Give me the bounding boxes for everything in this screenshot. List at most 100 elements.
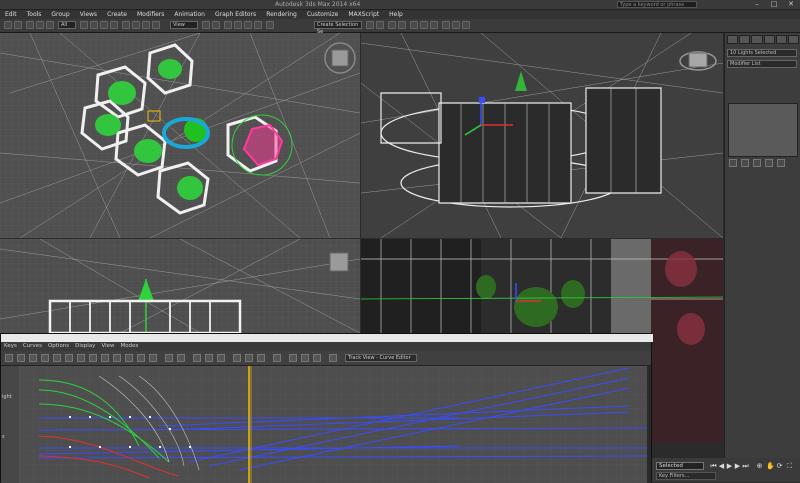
menu-views[interactable]: Views (75, 10, 102, 19)
menu-create[interactable]: Create (102, 10, 132, 19)
tab-motion[interactable] (763, 35, 775, 44)
minimize-button[interactable]: – (750, 0, 764, 8)
remove-modifier-icon[interactable] (765, 159, 773, 167)
curve-x-icon[interactable] (289, 354, 297, 362)
prev-frame-icon[interactable]: ◀ (718, 462, 725, 470)
menu-maxscript[interactable]: MAXScript (343, 10, 384, 19)
controller-tree[interactable]: ight s (1, 366, 20, 483)
parameter-curve-oor-icon[interactable] (217, 354, 225, 362)
show-tangents-icon[interactable] (257, 354, 265, 362)
tv-menu-keys[interactable]: Keys (1, 342, 20, 351)
menu-graph-editors[interactable]: Graph Editors (210, 10, 261, 19)
modifier-stack[interactable] (728, 103, 798, 157)
draw-curves-icon[interactable] (77, 354, 85, 362)
menu-animation[interactable]: Animation (169, 10, 210, 19)
tv-menu-display[interactable]: Display (72, 342, 98, 351)
pivot-icon[interactable] (202, 21, 210, 29)
menu-help[interactable]: Help (384, 10, 408, 19)
material-editor-icon[interactable] (430, 21, 438, 29)
scale-values-icon[interactable] (53, 354, 61, 362)
close-button[interactable]: ✕ (784, 0, 798, 8)
curve-y-icon[interactable] (301, 354, 309, 362)
menu-group[interactable]: Group (46, 10, 74, 19)
track-view-titlebar[interactable] (1, 334, 653, 342)
window-crossing-icon[interactable] (110, 21, 118, 29)
move-keys-icon[interactable] (17, 354, 25, 362)
curve-editor-icon[interactable] (410, 21, 418, 29)
viewport-perspective[interactable] (361, 33, 723, 238)
track-view-name-field[interactable]: Track View - Curve Editor (345, 354, 417, 362)
zoom-icon[interactable]: ⊕ (756, 462, 763, 470)
tv-menu-view[interactable]: View (98, 342, 117, 351)
goto-start-icon[interactable]: ⏮ (710, 462, 717, 470)
tab-modify[interactable] (739, 35, 751, 44)
tv-menu-options[interactable]: Options (45, 342, 72, 351)
unlink-icon[interactable] (36, 21, 44, 29)
play-icon[interactable]: ▶ (726, 462, 733, 470)
maximize-button[interactable]: □ (767, 0, 781, 8)
lock-tangents-icon[interactable] (273, 354, 281, 362)
show-keyable-icon[interactable] (233, 354, 241, 362)
next-frame-icon[interactable]: ▶ (734, 462, 741, 470)
curve-z-icon[interactable] (313, 354, 321, 362)
show-all-tangents-icon[interactable] (245, 354, 253, 362)
snap-frames-icon[interactable] (205, 354, 213, 362)
key-tangent-fast-icon[interactable] (125, 354, 133, 362)
mirror-icon[interactable] (366, 21, 374, 29)
filters-icon[interactable] (5, 354, 13, 362)
pan-icon[interactable]: ✋ (766, 462, 775, 470)
curve-graph-scrollbar[interactable] (647, 366, 651, 483)
tree-item-s[interactable]: s (2, 434, 5, 440)
menu-rendering[interactable]: Rendering (261, 10, 302, 19)
key-tangent-step-icon[interactable] (149, 354, 157, 362)
select-manipulate-icon[interactable] (212, 21, 220, 29)
modifier-list-dropdown[interactable]: Modifier List (727, 60, 797, 68)
configure-sets-icon[interactable] (777, 159, 785, 167)
curve-graph[interactable] (19, 366, 649, 483)
tab-display[interactable] (775, 35, 787, 44)
search-input[interactable]: Type a keyword or phrase (617, 1, 697, 8)
bind-icon[interactable] (46, 21, 54, 29)
slide-keys-icon[interactable] (29, 354, 37, 362)
scale-icon[interactable] (142, 21, 150, 29)
render-teapot-icon[interactable] (462, 21, 470, 29)
rotate-icon[interactable] (132, 21, 140, 29)
snap-icon[interactable] (224, 21, 232, 29)
tv-menu-curves[interactable]: Curves (20, 342, 45, 351)
menu-customize[interactable]: Customize (302, 10, 344, 19)
menu-edit[interactable]: Edit (0, 10, 22, 19)
object-name-field[interactable]: 10 Lights Selected (727, 49, 797, 57)
spinner-snap-icon[interactable] (254, 21, 262, 29)
reference-coord-dropdown[interactable]: View (170, 21, 198, 29)
link-icon[interactable] (26, 21, 34, 29)
reduce-keys-icon[interactable] (89, 354, 97, 362)
render-setup-icon[interactable] (442, 21, 450, 29)
set-key-selection-dropdown[interactable]: Selected (656, 462, 704, 470)
scale-keys-icon[interactable] (41, 354, 49, 362)
tree-item-light[interactable]: ight (2, 394, 12, 400)
key-tangent-smooth-icon[interactable] (177, 354, 185, 362)
tab-utilities[interactable] (787, 35, 800, 44)
pin-stack-icon[interactable] (729, 159, 737, 167)
select-object-icon[interactable] (80, 21, 88, 29)
orbit-icon[interactable]: ⟳ (776, 462, 783, 470)
goto-end-icon[interactable]: ⏭ (742, 462, 749, 470)
tv-menu-modes[interactable]: Modes (118, 342, 142, 351)
tab-hierarchy[interactable] (751, 35, 763, 44)
key-tangent-slow-icon[interactable] (137, 354, 145, 362)
tab-create[interactable] (727, 35, 739, 44)
key-filters-button[interactable]: Key Filters... (656, 472, 716, 480)
rect-region-icon[interactable] (100, 21, 108, 29)
place-icon[interactable] (152, 21, 160, 29)
undo-icon[interactable] (4, 21, 12, 29)
rendered-frame-icon[interactable] (452, 21, 460, 29)
edit-named-sel-icon[interactable] (266, 21, 274, 29)
make-unique-icon[interactable] (753, 159, 761, 167)
redo-icon[interactable] (14, 21, 22, 29)
layer-manager-icon[interactable] (388, 21, 396, 29)
key-tangent-custom-icon[interactable] (113, 354, 121, 362)
key-tangent-linear-icon[interactable] (165, 354, 173, 362)
percent-snap-icon[interactable] (244, 21, 252, 29)
curve-w-icon[interactable] (329, 354, 337, 362)
lock-selection-icon[interactable] (193, 354, 201, 362)
